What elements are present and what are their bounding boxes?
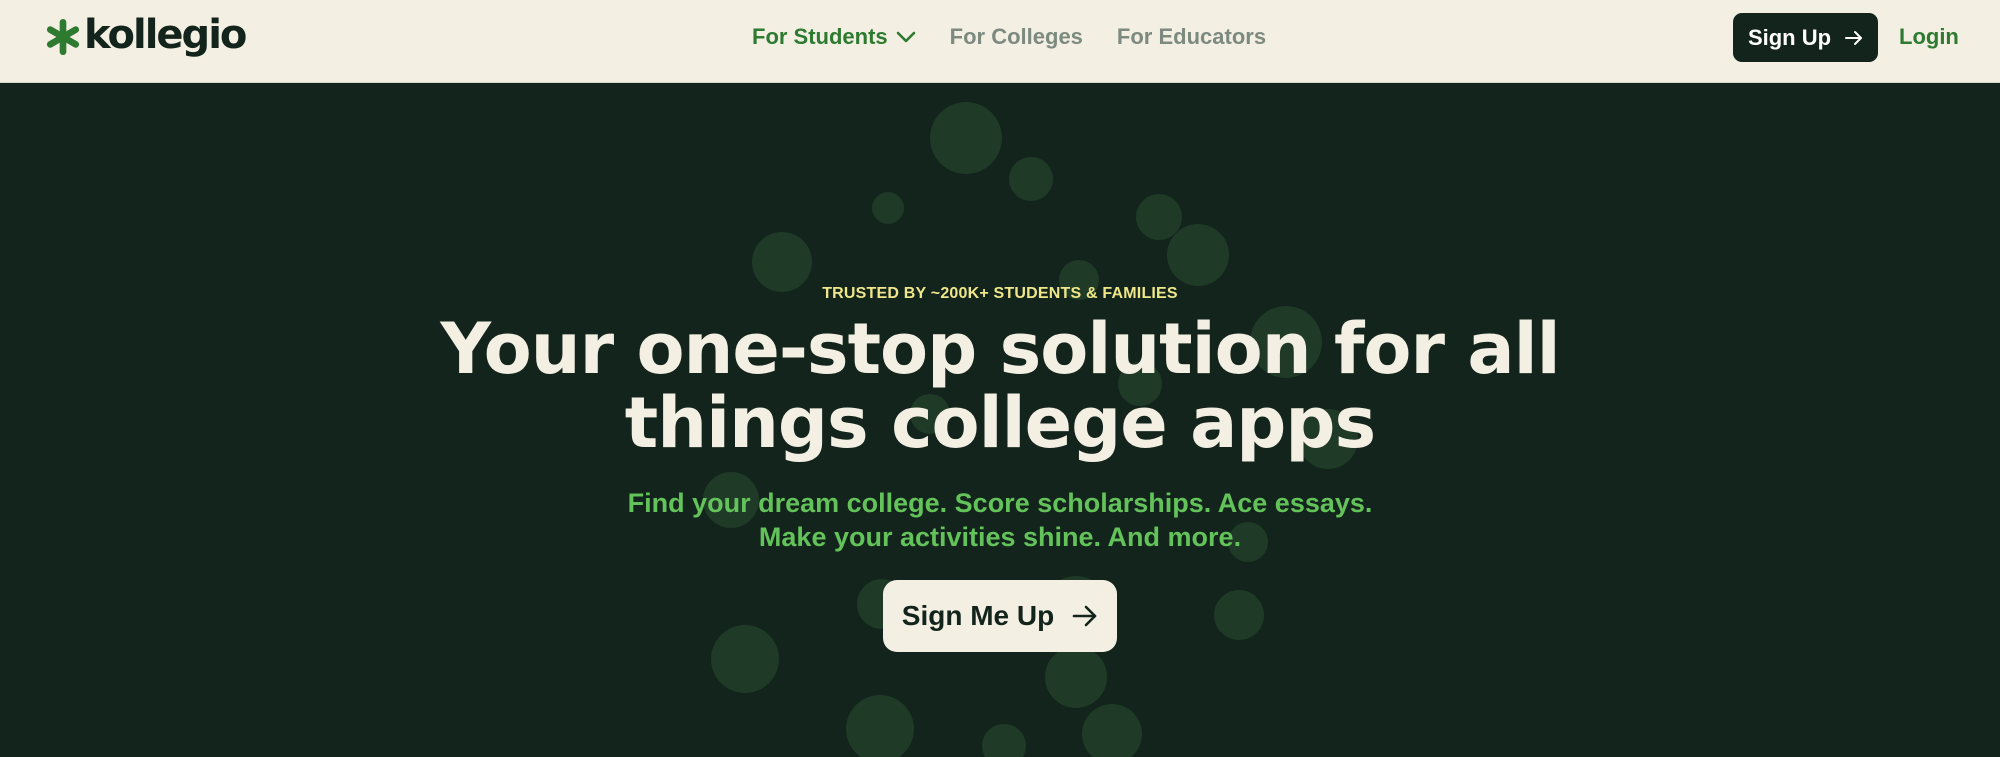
arrow-right-icon: [1845, 30, 1863, 45]
nav-for-students-label: For Students: [752, 24, 888, 49]
nav-for-students[interactable]: For Students: [752, 24, 916, 50]
asterisk-logo-icon: [46, 18, 80, 56]
logo-wordmark: kollegio: [84, 12, 247, 58]
chevron-down-icon: [896, 31, 915, 43]
hero-subheadline-line-2: Make your activities shine. And more.: [758, 522, 1242, 552]
hero-headline-line-1: Your one-stop solution for all: [440, 308, 1560, 390]
kollegio-logo[interactable]: kollegio: [44, 12, 247, 62]
nav-for-educators-label: For Educators: [1116, 24, 1267, 49]
top-navigation-bar: kollegio For Students For Colleges For E…: [0, 0, 2000, 83]
sign-up-label: Sign Up: [1747, 24, 1832, 50]
sign-me-up-label: Sign Me Up: [901, 600, 1055, 631]
hero-headline: Your one-stop solution for all things co…: [0, 312, 2000, 460]
sign-up-button[interactable]: Sign Up: [1733, 13, 1878, 62]
login-link[interactable]: Login: [1899, 20, 1959, 54]
nav-for-colleges[interactable]: For Colleges: [950, 24, 1083, 50]
hero-section: TRUSTED BY ~200K+ STUDENTS & FAMILIES Yo…: [0, 84, 2000, 757]
trusted-eyebrow: TRUSTED BY ~200K+ STUDENTS & FAMILIES: [822, 285, 1178, 302]
main-nav: For Students For Colleges For Educators: [752, 20, 1300, 54]
nav-for-educators[interactable]: For Educators: [1117, 24, 1266, 50]
hero-headline-line-2: things college apps: [624, 382, 1376, 464]
arrow-right-icon: [1072, 605, 1097, 627]
sign-me-up-button[interactable]: Sign Me Up: [883, 580, 1117, 652]
hero-subheadline-line-1: Find your dream college. Score scholarsh…: [627, 488, 1373, 518]
nav-for-colleges-label: For Colleges: [949, 24, 1083, 49]
